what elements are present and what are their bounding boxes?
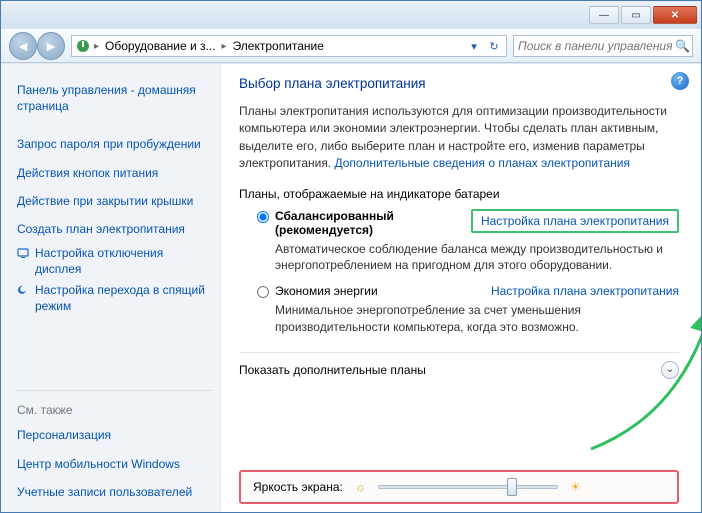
chevron-right-icon: ▸: [220, 41, 229, 52]
sidebar: Панель управления - домашняя страница За…: [1, 64, 221, 512]
sidebar-link-password[interactable]: Запрос пароля при пробуждении: [17, 132, 212, 156]
plan-balanced-radio[interactable]: [257, 211, 269, 223]
plan-powersaver: Экономия энергии Настройка плана электро…: [239, 284, 679, 336]
control-panel-icon: [74, 37, 92, 55]
minimize-button[interactable]: —: [589, 6, 619, 24]
window: — ▭ ✕ ◄ ► ▸ Оборудование и з... ▸ Электр…: [0, 0, 702, 513]
forward-button[interactable]: ►: [37, 32, 65, 60]
slider-track: [378, 485, 558, 489]
display-icon: [17, 247, 29, 259]
plan-powersaver-name: Экономия энергии: [275, 284, 378, 298]
plan-powersaver-desc: Минимальное энергопотребление за счет ум…: [275, 302, 679, 336]
main-panel: ? Выбор плана электропитания Планы элект…: [221, 64, 701, 512]
plan-balanced: Сбалансированный (рекомендуется) Настрой…: [239, 209, 679, 275]
intro-link[interactable]: Дополнительные сведения о планах электро…: [335, 156, 630, 170]
sidebar-link-create-plan[interactable]: Создать план электропитания: [17, 217, 212, 241]
brightness-label: Яркость экрана:: [253, 480, 343, 494]
toolbar: ◄ ► ▸ Оборудование и з... ▸ Электропитан…: [1, 29, 701, 63]
plan-powersaver-settings-link[interactable]: Настройка плана электропитания: [491, 284, 679, 298]
chevron-down-icon: ⌄: [666, 364, 674, 375]
intro-text: Планы электропитания используются для оп…: [239, 103, 679, 173]
maximize-button[interactable]: ▭: [621, 6, 651, 24]
page-title: Выбор плана электропитания: [239, 76, 679, 91]
search-box[interactable]: 🔍: [513, 35, 693, 57]
titlebar: — ▭ ✕: [1, 1, 701, 29]
brightness-bar: Яркость экрана: ☼ ☀: [239, 470, 679, 504]
breadcrumb-hardware[interactable]: Оборудование и з...: [101, 39, 220, 53]
more-plans-row: Показать дополнительные планы ⌄: [239, 352, 679, 385]
sidebar-user-accounts[interactable]: Учетные записи пользователей: [17, 480, 212, 504]
plan-balanced-settings-link[interactable]: Настройка плана электропитания: [471, 209, 679, 233]
sidebar-link-buttons[interactable]: Действия кнопок питания: [17, 161, 212, 185]
address-bar[interactable]: ▸ Оборудование и з... ▸ Электропитание ▾…: [71, 35, 507, 57]
more-plans-label: Показать дополнительные планы: [239, 363, 426, 377]
content: Панель управления - домашняя страница За…: [1, 63, 701, 512]
plan-powersaver-radio[interactable]: [257, 286, 269, 298]
back-button[interactable]: ◄: [9, 32, 37, 60]
refresh-button[interactable]: ↻: [484, 36, 504, 56]
sidebar-link-display-off[interactable]: Настройка отключения дисплея: [35, 245, 212, 277]
search-input[interactable]: [518, 39, 675, 53]
chevron-right-icon: ▸: [92, 41, 101, 52]
brightness-high-icon: ☀: [570, 480, 581, 494]
slider-thumb[interactable]: [507, 478, 517, 496]
battery-plans-label: Планы, отображаемые на индикаторе батаре…: [239, 187, 679, 201]
dropdown-button[interactable]: ▾: [464, 36, 484, 56]
plan-balanced-option[interactable]: Сбалансированный (рекомендуется): [257, 209, 461, 237]
nav-buttons: ◄ ►: [9, 32, 65, 60]
separator: [17, 390, 212, 391]
plan-balanced-name: Сбалансированный (рекомендуется): [275, 209, 461, 237]
sidebar-link-lid[interactable]: Действие при закрытии крышки: [17, 189, 212, 213]
sidebar-home[interactable]: Панель управления - домашняя страница: [17, 78, 212, 118]
sidebar-personalization[interactable]: Персонализация: [17, 423, 212, 447]
sidebar-mobility-center[interactable]: Центр мобильности Windows: [17, 452, 212, 476]
brightness-slider[interactable]: [378, 478, 558, 496]
plan-balanced-desc: Автоматическое соблюдение баланса между …: [275, 241, 679, 275]
brightness-low-icon: ☼: [355, 480, 366, 494]
help-button[interactable]: ?: [671, 72, 689, 90]
breadcrumb-power[interactable]: Электропитание: [229, 39, 328, 53]
expand-button[interactable]: ⌄: [661, 361, 679, 379]
sleep-icon: [17, 284, 29, 296]
see-also-caption: См. также: [17, 401, 212, 419]
sidebar-link-sleep[interactable]: Настройка перехода в спящий режим: [35, 282, 212, 314]
close-button[interactable]: ✕: [653, 6, 697, 24]
search-icon: 🔍: [675, 39, 690, 53]
plan-powersaver-option[interactable]: Экономия энергии: [257, 284, 378, 298]
